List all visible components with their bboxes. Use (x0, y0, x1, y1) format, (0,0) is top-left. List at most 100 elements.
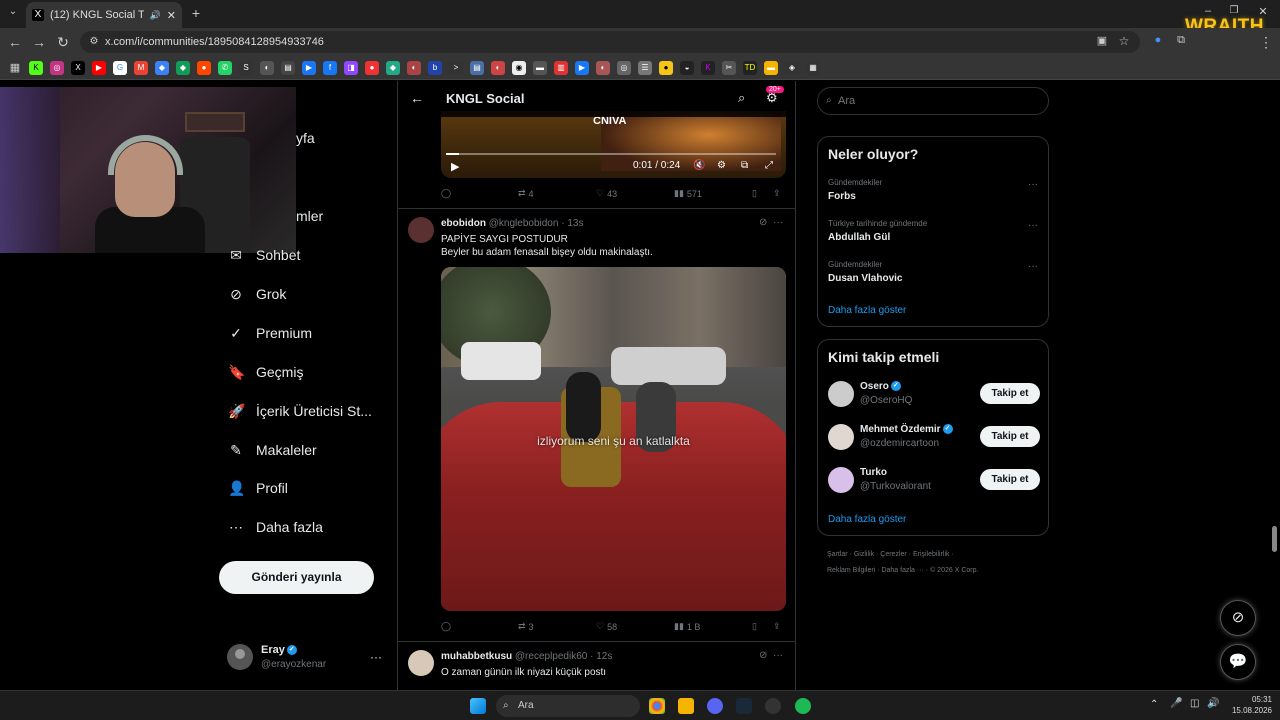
bookmark-icon-16[interactable]: ▥ (554, 60, 568, 75)
bookmark-icon-6[interactable]: ▶ (302, 60, 316, 75)
show-more-link[interactable]: Daha fazla göster (828, 514, 906, 525)
volume-icon[interactable]: 🔊 (1207, 698, 1219, 709)
speaker-icon[interactable]: 🔊 (150, 10, 161, 21)
grok-fab-icon[interactable]: ⊘ (1220, 600, 1256, 636)
bookmark-icon-14[interactable]: ◉ (512, 60, 526, 75)
steam-icon[interactable] (736, 698, 752, 714)
bookmark-icon-3[interactable]: S (239, 60, 253, 75)
bookmark-icon-8[interactable]: ◆ (386, 60, 400, 75)
nav-item-more[interactable]: ⋯ Daha fazla (228, 519, 323, 535)
repost-button[interactable]: ⇄ 4 (518, 188, 534, 199)
tweet-video[interactable]: izliyorum seni şu an katlalkta (441, 267, 786, 611)
maximize-icon[interactable]: ❐ (1226, 5, 1242, 16)
bookmark-icon-5[interactable]: ▤ (281, 60, 295, 75)
nav-item-profile[interactable]: 👤 Profil (228, 480, 288, 496)
bookmark-icon-26[interactable]: ◈ (785, 60, 799, 75)
play-icon[interactable]: ▶ (451, 160, 459, 173)
bookmark-instagram-icon[interactable]: ◎ (50, 60, 64, 75)
avatar[interactable] (408, 650, 434, 676)
forward-icon[interactable]: → (31, 34, 47, 50)
like-button[interactable]: ♡ 43 (596, 188, 617, 199)
bookmark-icon-21[interactable]: ● (659, 60, 673, 75)
bookmark-icon-27[interactable]: ▦ (806, 60, 820, 75)
mute-icon[interactable]: 🔇 (693, 160, 705, 171)
windows-start-icon[interactable] (470, 698, 486, 714)
apps-grid-icon[interactable]: ▦ (8, 61, 22, 75)
message-fab-icon[interactable]: 💬 (1220, 644, 1256, 680)
avatar[interactable] (828, 424, 854, 450)
views-button[interactable]: ▮▮ 1 B (674, 621, 700, 632)
tweet-author[interactable]: muhabbetkusu @receplpedik60 · 12s (441, 651, 612, 662)
reply-icon[interactable]: ◯ (441, 188, 451, 199)
show-more-link[interactable]: Daha fazla göster (828, 305, 906, 316)
scrollbar[interactable] (1272, 526, 1277, 552)
bookmark-x-icon[interactable]: X (71, 60, 85, 75)
taskbar-search[interactable]: ⌕ Ara (496, 695, 640, 717)
install-app-icon[interactable]: ▣ (1094, 34, 1110, 47)
tweet-menu[interactable]: ⊘ ··· (759, 217, 783, 228)
bookmark-icon-2[interactable]: ◆ (176, 60, 190, 75)
nav-item-articles[interactable]: ✎ Makaleler (228, 442, 317, 458)
more-icon[interactable]: ··· (773, 650, 783, 661)
like-button[interactable]: ♡ 58 (596, 621, 617, 632)
mic-icon[interactable]: 🎤 (1170, 698, 1182, 709)
tray-chevron-icon[interactable]: ⌃ (1150, 699, 1158, 710)
avatar[interactable] (828, 467, 854, 493)
grok-icon[interactable]: ⊘ (759, 217, 767, 228)
tab-list-icon[interactable]: ⌄ (5, 6, 21, 17)
bookmark-icon-12[interactable]: ▤ (470, 60, 484, 75)
back-icon[interactable]: ← (7, 34, 23, 50)
network-icon[interactable]: ◫ (1190, 698, 1199, 709)
trend-name[interactable]: Dusan Vlahovic (828, 273, 902, 284)
account-switcher[interactable]: Eray ✓ @erayozkenar ··· (227, 644, 387, 674)
app-icon[interactable] (765, 698, 781, 714)
bookmark-icon-20[interactable]: ☰ (638, 60, 652, 75)
search-input[interactable]: ⌕ Ara (817, 87, 1049, 115)
more-icon[interactable]: ··· (1028, 220, 1038, 231)
trend-name[interactable]: Abdullah Gül (828, 232, 890, 243)
bookmark-icon-22[interactable]: ◒ (680, 60, 694, 75)
bookmark-reddit-icon[interactable]: ● (197, 60, 211, 75)
avatar[interactable] (828, 381, 854, 407)
reply-icon[interactable]: ◯ (441, 621, 451, 632)
bookmark-facebook-icon[interactable]: f (323, 60, 337, 75)
footer-links[interactable]: Şartlar · Gizlilik · Çerezler · Erişileb… (827, 551, 954, 558)
follow-button[interactable]: Takip et (980, 383, 1040, 404)
follow-name[interactable]: Mehmet Özdemir ✓ (860, 424, 953, 435)
video-player[interactable]: CNIVA ▶ 0:01 / 0:24 🔇 ⚙ ⧉ ⤢ (441, 111, 786, 178)
extension-icon[interactable]: ● (1150, 34, 1166, 46)
avatar[interactable] (408, 217, 434, 243)
follow-name[interactable]: Osero ✓ (860, 381, 901, 392)
back-arrow-icon[interactable]: ← (410, 90, 424, 106)
browser-tab[interactable]: X (12) KNGL Social Topluluk / 🔊 ✕ (26, 2, 182, 28)
close-tab-icon[interactable]: ✕ (167, 9, 176, 22)
follow-button[interactable]: Takip et (980, 426, 1040, 447)
bookmark-icon-15[interactable]: ▬ (533, 60, 547, 75)
taskbar-clock[interactable]: 05:31 15.08.2026 (1228, 694, 1272, 716)
chrome-icon[interactable] (649, 698, 665, 714)
new-tab-icon[interactable]: + (188, 5, 204, 21)
bookmark-icon-13[interactable]: ◐ (491, 60, 505, 75)
bookmark-icon[interactable]: ▯ (752, 621, 757, 632)
tweet-menu[interactable]: ⊘ ··· (759, 650, 783, 661)
nav-item-chat[interactable]: ✉ Sohbet (228, 247, 300, 263)
bookmark-twitch-icon[interactable]: ◨ (344, 60, 358, 75)
fullscreen-icon[interactable]: ⤢ (765, 160, 773, 171)
bookmark-icon-19[interactable]: ◎ (617, 60, 631, 75)
trend-name[interactable]: Forbs (828, 191, 856, 202)
nav-item-grok[interactable]: ⊘ Grok (228, 286, 286, 302)
bookmark-star-icon[interactable]: ☆ (1116, 34, 1132, 48)
video-progress-bar[interactable] (446, 153, 776, 155)
nav-item-creator-studio[interactable]: 🚀 İçerik Üreticisi St... (228, 403, 372, 419)
bookmark-icon-24[interactable]: ✂ (722, 60, 736, 75)
extensions-puzzle-icon[interactable]: ⧉ (1173, 34, 1189, 47)
nav-item-premium[interactable]: ✓ Premium (228, 325, 312, 341)
settings-icon[interactable]: ⚙ (717, 160, 726, 171)
bookmark-icon-25[interactable]: TD (743, 60, 757, 75)
bookmark-icon-1[interactable]: ◆ (155, 60, 169, 75)
share-icon[interactable]: ⇪ (773, 621, 781, 632)
bookmark-icon-4[interactable]: ◐ (260, 60, 274, 75)
post-button[interactable]: Gönderi yayınla (219, 561, 374, 594)
nav-item-history[interactable]: 🔖 Geçmiş (228, 364, 303, 380)
file-explorer-icon[interactable] (678, 698, 694, 714)
